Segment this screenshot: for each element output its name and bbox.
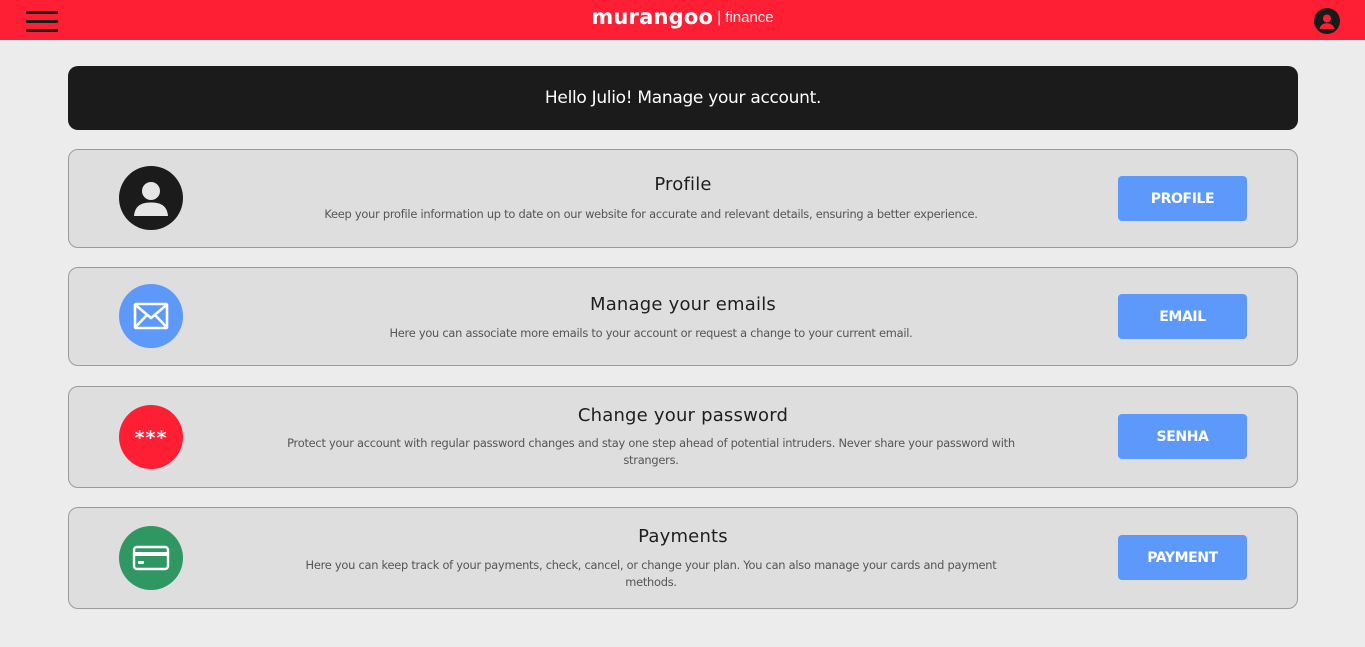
user-avatar-icon[interactable]	[1314, 8, 1340, 34]
card-title: Change your password	[577, 405, 789, 426]
brand-subtitle: finance	[725, 9, 774, 26]
card-description: Here you can keep track of your payments…	[305, 558, 997, 589]
password-card: *** Change your password Protect your ac…	[68, 386, 1298, 488]
emails-card: Manage your emails Here you can associat…	[68, 267, 1298, 366]
payments-card: Payments Here you can keep track of your…	[68, 507, 1298, 609]
card-title: Profile	[654, 174, 712, 195]
profile-card: Profile Keep your profile information up…	[68, 149, 1298, 248]
card-title: Manage your emails	[589, 294, 777, 315]
brand-logo[interactable]: murangoo | finance	[0, 5, 1365, 29]
card-description: Here you can associate more emails to yo…	[389, 326, 913, 340]
profile-button[interactable]: PROFILE	[1118, 176, 1247, 221]
menu-line	[26, 29, 58, 32]
brand-name: murangoo	[591, 5, 714, 29]
payment-button[interactable]: PAYMENT	[1118, 535, 1247, 580]
card-title: Payments	[638, 526, 728, 547]
card-description: Protect your account with regular passwo…	[287, 436, 1015, 467]
email-button[interactable]: EMAIL	[1118, 294, 1247, 339]
asterisks-text: ***	[135, 427, 168, 449]
top-navigation-bar: murangoo | finance	[0, 0, 1365, 40]
password-button[interactable]: SENHA	[1118, 414, 1247, 459]
brand-separator: |	[717, 9, 722, 26]
card-description: Keep your profile information up to date…	[324, 207, 978, 221]
greeting-banner: Hello Julio! Manage your account.	[68, 66, 1298, 130]
